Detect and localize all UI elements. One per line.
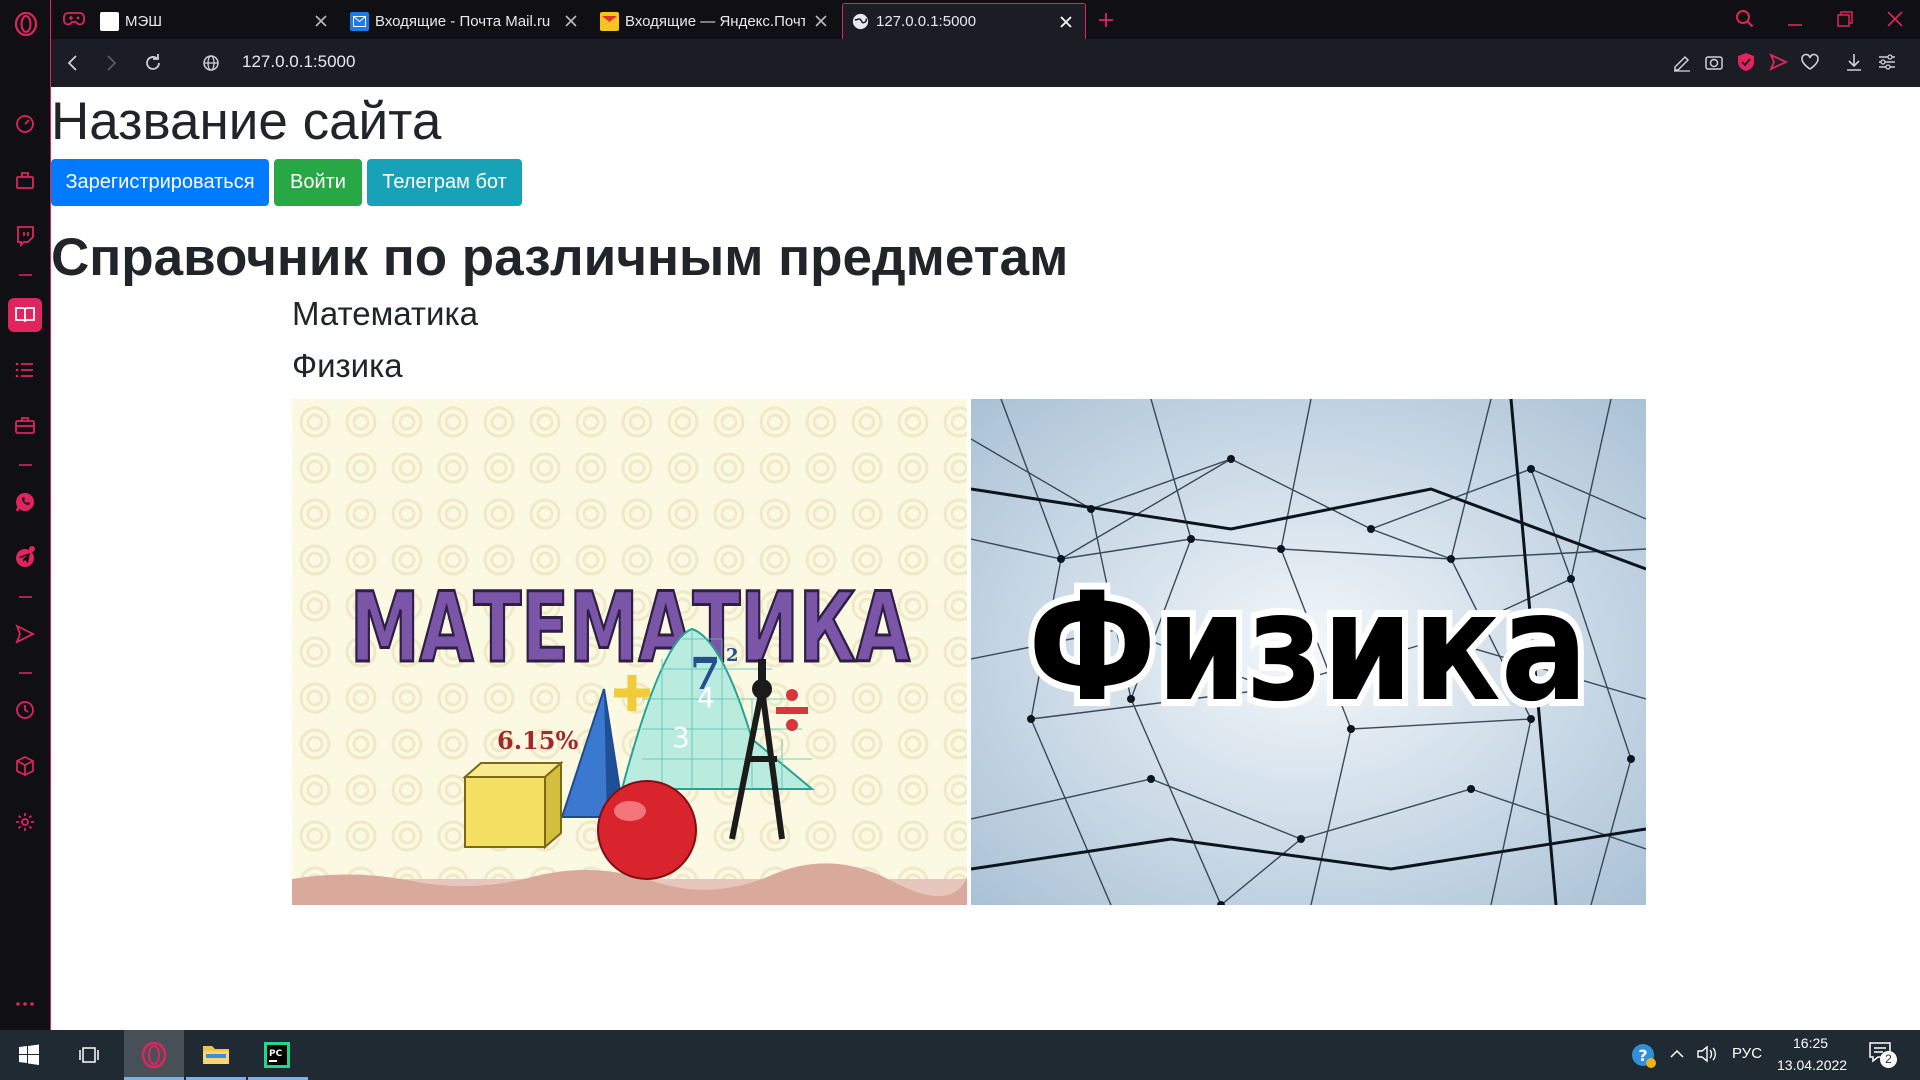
sidebar-separator — [19, 464, 32, 466]
clock-time[interactable]: 16:25 — [1793, 1035, 1828, 1051]
gamepad-icon[interactable] — [63, 11, 85, 27]
close-icon[interactable] — [312, 12, 330, 30]
speaker-icon[interactable] — [1696, 1044, 1718, 1064]
subject-physics-link[interactable]: Физика — [292, 347, 403, 385]
svg-text:2: 2 — [726, 645, 739, 666]
physics-image[interactable]: Физика — [971, 399, 1646, 905]
math-image-caption: МАТЕМАТИКА — [350, 572, 910, 684]
tab-title: МЭШ — [125, 12, 163, 30]
section-title: Справочник по различным предметам — [51, 228, 1069, 287]
tab-title: 127.0.0.1:5000 — [876, 13, 977, 30]
svg-text:3: 3 — [672, 721, 690, 754]
camera-icon[interactable] — [1703, 51, 1725, 73]
folder-icon — [203, 1046, 229, 1064]
taskbar-pycharm[interactable]: PC — [248, 1030, 308, 1080]
site-info-icon[interactable] — [199, 51, 223, 75]
physics-image-caption: Физика — [1028, 561, 1588, 735]
web-page: Название сайта Зарегистрироваться Войти … — [51, 87, 1920, 1030]
forward-icon[interactable] — [99, 51, 123, 75]
tab-mailru[interactable]: Входящие - Почта Mail.ru — [350, 3, 590, 39]
history-clock-icon[interactable] — [13, 698, 37, 722]
vpn-shield-icon[interactable] — [1735, 51, 1757, 73]
minimize-icon[interactable] — [1780, 6, 1810, 32]
math-image[interactable]: МАТЕМАТИКА 4 3 7 2 6.15% — [292, 399, 967, 905]
yandex-mail-favicon — [600, 11, 619, 31]
telegram-bot-button[interactable]: Телеграм бот — [367, 159, 522, 206]
sidebar — [0, 0, 51, 1030]
windows-start-icon[interactable] — [18, 1044, 40, 1066]
reading-list-icon[interactable] — [13, 358, 37, 382]
notifications-count-badge: 2 — [1880, 1051, 1897, 1068]
url-field[interactable]: 127.0.0.1:5000 — [242, 52, 355, 72]
svg-text:7: 7 — [690, 649, 721, 700]
svg-text:6.15%: 6.15% — [497, 726, 578, 755]
task-view-icon[interactable] — [78, 1044, 102, 1066]
heart-icon[interactable] — [1799, 51, 1821, 73]
tray-expand-chevron-icon[interactable] — [1668, 1046, 1686, 1062]
snapshot-edit-icon[interactable] — [1671, 51, 1693, 73]
svg-text:PC: PC — [269, 1049, 283, 1059]
register-button[interactable]: Зарегистрироваться — [51, 159, 269, 206]
help-update-icon[interactable]: ? — [1630, 1042, 1658, 1070]
settings-gear-icon[interactable] — [13, 810, 37, 834]
input-language[interactable]: РУС — [1732, 1045, 1762, 1062]
taskbar-file-explorer[interactable] — [186, 1030, 246, 1080]
telegram-icon[interactable] — [13, 545, 37, 569]
tab-bar: МЭШ Входящие - Почта Mail.ru Входящие — … — [0, 0, 1920, 39]
opera-gx-logo[interactable] — [14, 12, 38, 36]
my-flow-icon[interactable] — [13, 622, 37, 646]
close-icon[interactable] — [562, 12, 580, 30]
close-icon[interactable] — [1057, 13, 1075, 31]
sidebar-separator — [19, 274, 32, 276]
site-title: Название сайта — [51, 92, 442, 151]
address-bar: 127.0.0.1:5000 — [51, 39, 1920, 87]
pycharm-icon: PC — [264, 1042, 290, 1068]
search-tabs-icon[interactable] — [1730, 6, 1760, 32]
tab-yandex-mail[interactable]: Входящие — Яндекс.Почта — [600, 3, 840, 39]
download-icon[interactable] — [1843, 51, 1865, 73]
close-window-icon[interactable] — [1880, 6, 1910, 32]
gx-control-icon[interactable] — [13, 112, 37, 136]
tab-localhost[interactable]: 127.0.0.1:5000 — [842, 3, 1086, 39]
reload-icon[interactable] — [141, 51, 165, 75]
tab-title: Входящие — Яндекс.Почта — [625, 12, 805, 30]
more-dots-icon[interactable] — [13, 992, 37, 1016]
login-button[interactable]: Войти — [274, 159, 362, 206]
globe-icon — [852, 13, 869, 30]
sidebar-separator — [19, 596, 32, 598]
subject-math-link[interactable]: Математика — [292, 295, 478, 333]
easy-setup-icon[interactable] — [1876, 51, 1898, 73]
workspaces-briefcase-icon[interactable] — [13, 413, 37, 437]
gx-corner-icon[interactable] — [13, 168, 37, 192]
twitch-icon[interactable] — [13, 224, 37, 248]
close-icon[interactable] — [812, 12, 830, 30]
flow-send-icon[interactable] — [1767, 51, 1789, 73]
action-center-button[interactable]: 2 — [1868, 1040, 1898, 1070]
tab-mesh[interactable]: МЭШ — [100, 3, 340, 39]
mailru-favicon — [350, 11, 369, 31]
extensions-cube-icon[interactable] — [13, 754, 37, 778]
back-icon[interactable] — [61, 51, 85, 75]
bookmarks-book-icon[interactable] — [13, 303, 37, 327]
clock-date[interactable]: 13.04.2022 — [1777, 1057, 1847, 1073]
sidebar-separator — [19, 672, 32, 674]
opera-gx-app-icon — [141, 1042, 167, 1068]
taskbar-opera-gx[interactable] — [124, 1030, 184, 1080]
restore-icon[interactable] — [1830, 6, 1860, 32]
taskbar: PC ? РУС 16:25 13.04.2022 2 — [0, 1030, 1920, 1080]
tab-title: Входящие - Почта Mail.ru — [375, 12, 551, 30]
mesh-favicon — [100, 11, 119, 31]
whatsapp-icon[interactable] — [13, 490, 37, 514]
new-tab-icon[interactable] — [1094, 8, 1118, 32]
